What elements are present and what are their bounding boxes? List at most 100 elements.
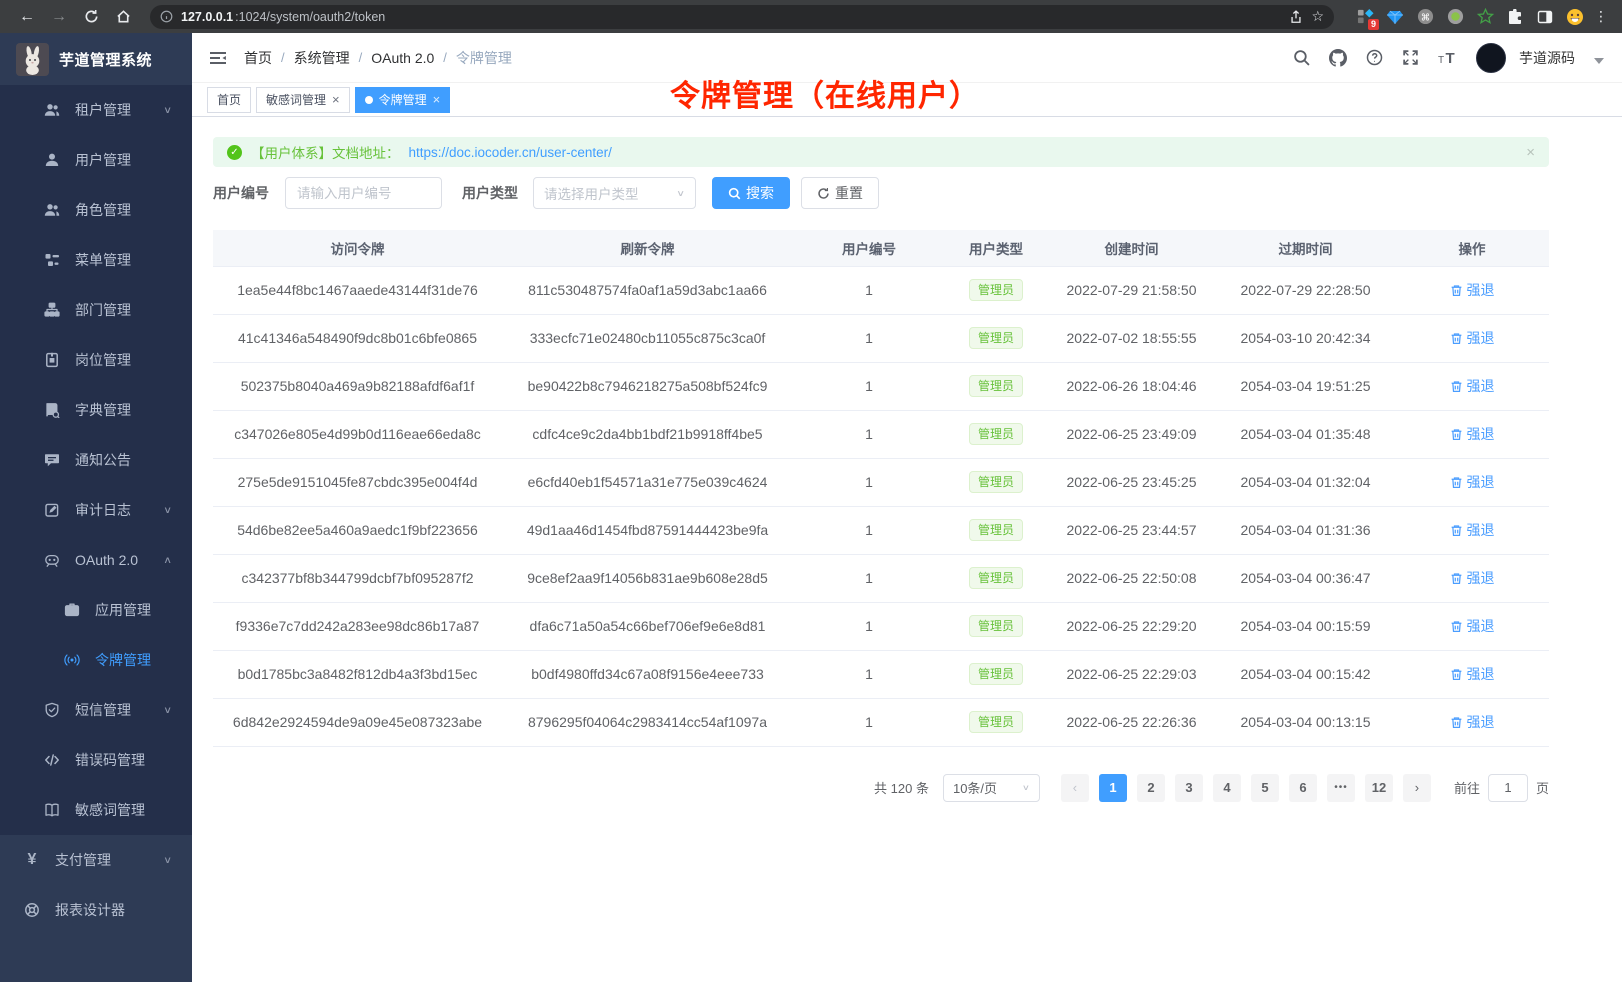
user-type-tag: 管理员 xyxy=(969,567,1023,589)
force-logout-button[interactable]: 强退 xyxy=(1450,664,1495,684)
sidebar-item-租户管理[interactable]: 租户管理∨ xyxy=(0,85,192,135)
breadcrumb-item-OAuth 2.0[interactable]: OAuth 2.0 xyxy=(371,50,434,66)
green-star-icon[interactable] xyxy=(1476,8,1494,26)
force-logout-button[interactable]: 强退 xyxy=(1450,424,1495,444)
sidebar-item-label: 菜单管理 xyxy=(75,250,131,270)
alert-close-icon[interactable]: × xyxy=(1526,144,1535,161)
browser-forward-icon[interactable]: → xyxy=(46,4,72,30)
force-logout-button[interactable]: 强退 xyxy=(1450,616,1495,636)
sidebar-item-label: OAuth 2.0 xyxy=(75,552,138,568)
force-logout-button[interactable]: 强退 xyxy=(1450,472,1495,492)
bookmark-star-icon[interactable]: ☆ xyxy=(1311,8,1324,25)
tab-label: 令牌管理 xyxy=(379,91,427,108)
sidebar-item-角色管理[interactable]: 角色管理 xyxy=(0,185,192,235)
url-bar[interactable]: 127.0.0.1:1024/system/oauth2/token ☆ xyxy=(150,5,1334,29)
user-avatar[interactable] xyxy=(1476,43,1506,73)
force-logout-button[interactable]: 强退 xyxy=(1450,376,1495,396)
puzzle-icon[interactable] xyxy=(1506,8,1524,26)
total-count: 共 120 条 xyxy=(874,778,929,797)
prev-page-button[interactable]: ‹ xyxy=(1061,774,1089,802)
browser-home-icon[interactable] xyxy=(110,4,136,30)
user-menu-caret-icon[interactable] xyxy=(1594,58,1604,64)
force-logout-button[interactable]: 强退 xyxy=(1450,328,1495,348)
page-button-4[interactable]: 4 xyxy=(1213,774,1241,802)
browser-back-icon[interactable]: ← xyxy=(14,4,40,30)
grid-diamond-icon[interactable]: 9 xyxy=(1356,8,1374,26)
gem-icon[interactable] xyxy=(1386,8,1404,26)
refresh-token-cell: b0df4980ffd34c67a08f9156e4eee733 xyxy=(502,650,793,698)
sidebar-item-短信管理[interactable]: 短信管理∨ xyxy=(0,685,192,735)
access-token-cell: 1ea5e44f8bc1467aaede43144f31de76 xyxy=(213,266,502,314)
tag-view-敏感词管理[interactable]: 敏感词管理× xyxy=(256,87,350,113)
search-button[interactable]: 搜索 xyxy=(712,177,790,209)
tab-close-icon[interactable]: × xyxy=(332,93,340,106)
sidebar-item-label: 审计日志 xyxy=(75,500,131,520)
sidebar-item-OAuth 2.0[interactable]: OAuth 2.0∧ xyxy=(0,535,192,585)
page-button-5[interactable]: 5 xyxy=(1251,774,1279,802)
user-id-cell: 1 xyxy=(793,602,945,650)
fullscreen-icon[interactable] xyxy=(1402,49,1419,66)
user-name[interactable]: 芋道源码 xyxy=(1519,48,1575,68)
user-type-select[interactable]: 请选择用户类型 ∨ xyxy=(533,177,696,209)
sidebar-item-错误码管理[interactable]: 错误码管理 xyxy=(0,735,192,785)
force-logout-button[interactable]: 强退 xyxy=(1450,712,1495,732)
sidebar-item-审计日志[interactable]: 审计日志∨ xyxy=(0,485,192,535)
browser-menu-icon[interactable]: ⋮ xyxy=(1590,8,1612,25)
sidebar-item-敏感词管理[interactable]: 敏感词管理 xyxy=(0,785,192,835)
column-header-创建时间: 创建时间 xyxy=(1047,230,1216,266)
sidebar-item-部门管理[interactable]: 部门管理 xyxy=(0,285,192,335)
page-button-12[interactable]: 12 xyxy=(1365,774,1393,802)
force-logout-button[interactable]: 强退 xyxy=(1450,280,1495,300)
user-type-tag: 管理员 xyxy=(969,423,1023,445)
app-logo[interactable]: 芋道管理系统 xyxy=(0,33,192,85)
alert-doc-link[interactable]: https://doc.iocoder.cn/user-center/ xyxy=(409,145,612,160)
page-button-6[interactable]: 6 xyxy=(1289,774,1317,802)
command-circle-icon[interactable]: ⌘ xyxy=(1416,8,1434,26)
sidebar-item-label: 角色管理 xyxy=(75,200,131,220)
breadcrumb-item-首页[interactable]: 首页 xyxy=(244,48,272,68)
tab-close-icon[interactable]: × xyxy=(433,93,441,106)
sidebar-item-用户管理[interactable]: 用户管理 xyxy=(0,135,192,185)
refresh-token-cell: 333ecfc71e02480cb11055c875c3ca0f xyxy=(502,314,793,362)
header-search-icon[interactable] xyxy=(1293,49,1310,66)
tag-view-首页[interactable]: 首页 xyxy=(207,87,251,113)
help-icon[interactable] xyxy=(1366,49,1383,66)
trash-icon xyxy=(1450,620,1463,633)
sidebar-item-label: 部门管理 xyxy=(75,300,131,320)
refresh-icon xyxy=(817,187,830,200)
breadcrumb-item-系统管理[interactable]: 系统管理 xyxy=(294,48,350,68)
sidebar-item-应用管理[interactable]: 应用管理 xyxy=(0,585,192,635)
next-page-button[interactable]: › xyxy=(1403,774,1431,802)
github-icon[interactable] xyxy=(1329,49,1347,67)
tag-view-令牌管理[interactable]: 令牌管理 × xyxy=(355,87,451,113)
sidebar-item-支付管理[interactable]: ¥支付管理∨ xyxy=(0,835,192,885)
sidebar-item-菜单管理[interactable]: 菜单管理 xyxy=(0,235,192,285)
browser-reload-icon[interactable] xyxy=(78,4,104,30)
created-time-cell: 2022-06-25 23:44:57 xyxy=(1047,506,1216,554)
reset-button[interactable]: 重置 xyxy=(801,177,879,209)
success-check-icon: ✓ xyxy=(227,145,242,160)
page-button-1[interactable]: 1 xyxy=(1099,774,1127,802)
sidebar-item-报表设计器[interactable]: 报表设计器 xyxy=(0,885,192,935)
refresh-token-cell: dfa6c71a50a54c66bef706ef9e6e8d81 xyxy=(502,602,793,650)
svg-text:⌘: ⌘ xyxy=(1420,12,1429,23)
page-button-3[interactable]: 3 xyxy=(1175,774,1203,802)
sidebar-collapse-icon[interactable] xyxy=(208,48,228,68)
share-icon[interactable] xyxy=(1289,10,1303,24)
font-size-icon[interactable]: TT xyxy=(1438,50,1457,66)
sidebar-item-通知公告[interactable]: 通知公告 xyxy=(0,435,192,485)
goto-page-input[interactable] xyxy=(1488,774,1528,802)
force-logout-button[interactable]: 强退 xyxy=(1450,568,1495,588)
force-logout-button[interactable]: 强退 xyxy=(1450,520,1495,540)
pager-ellipsis[interactable]: ••• xyxy=(1327,774,1355,802)
sidebar-item-label: 报表设计器 xyxy=(55,900,125,920)
sidebar-item-岗位管理[interactable]: 岗位管理 xyxy=(0,335,192,385)
user-id-input[interactable] xyxy=(285,177,442,209)
side-panel-icon[interactable] xyxy=(1536,8,1554,26)
page-button-2[interactable]: 2 xyxy=(1137,774,1165,802)
emoji-face-icon[interactable] xyxy=(1566,8,1584,26)
sidebar-item-字典管理[interactable]: 字典管理 xyxy=(0,385,192,435)
page-size-select[interactable]: 10条/页 ∨ xyxy=(943,774,1040,802)
sidebar-item-令牌管理[interactable]: 令牌管理 xyxy=(0,635,192,685)
record-circle-icon[interactable] xyxy=(1446,8,1464,26)
